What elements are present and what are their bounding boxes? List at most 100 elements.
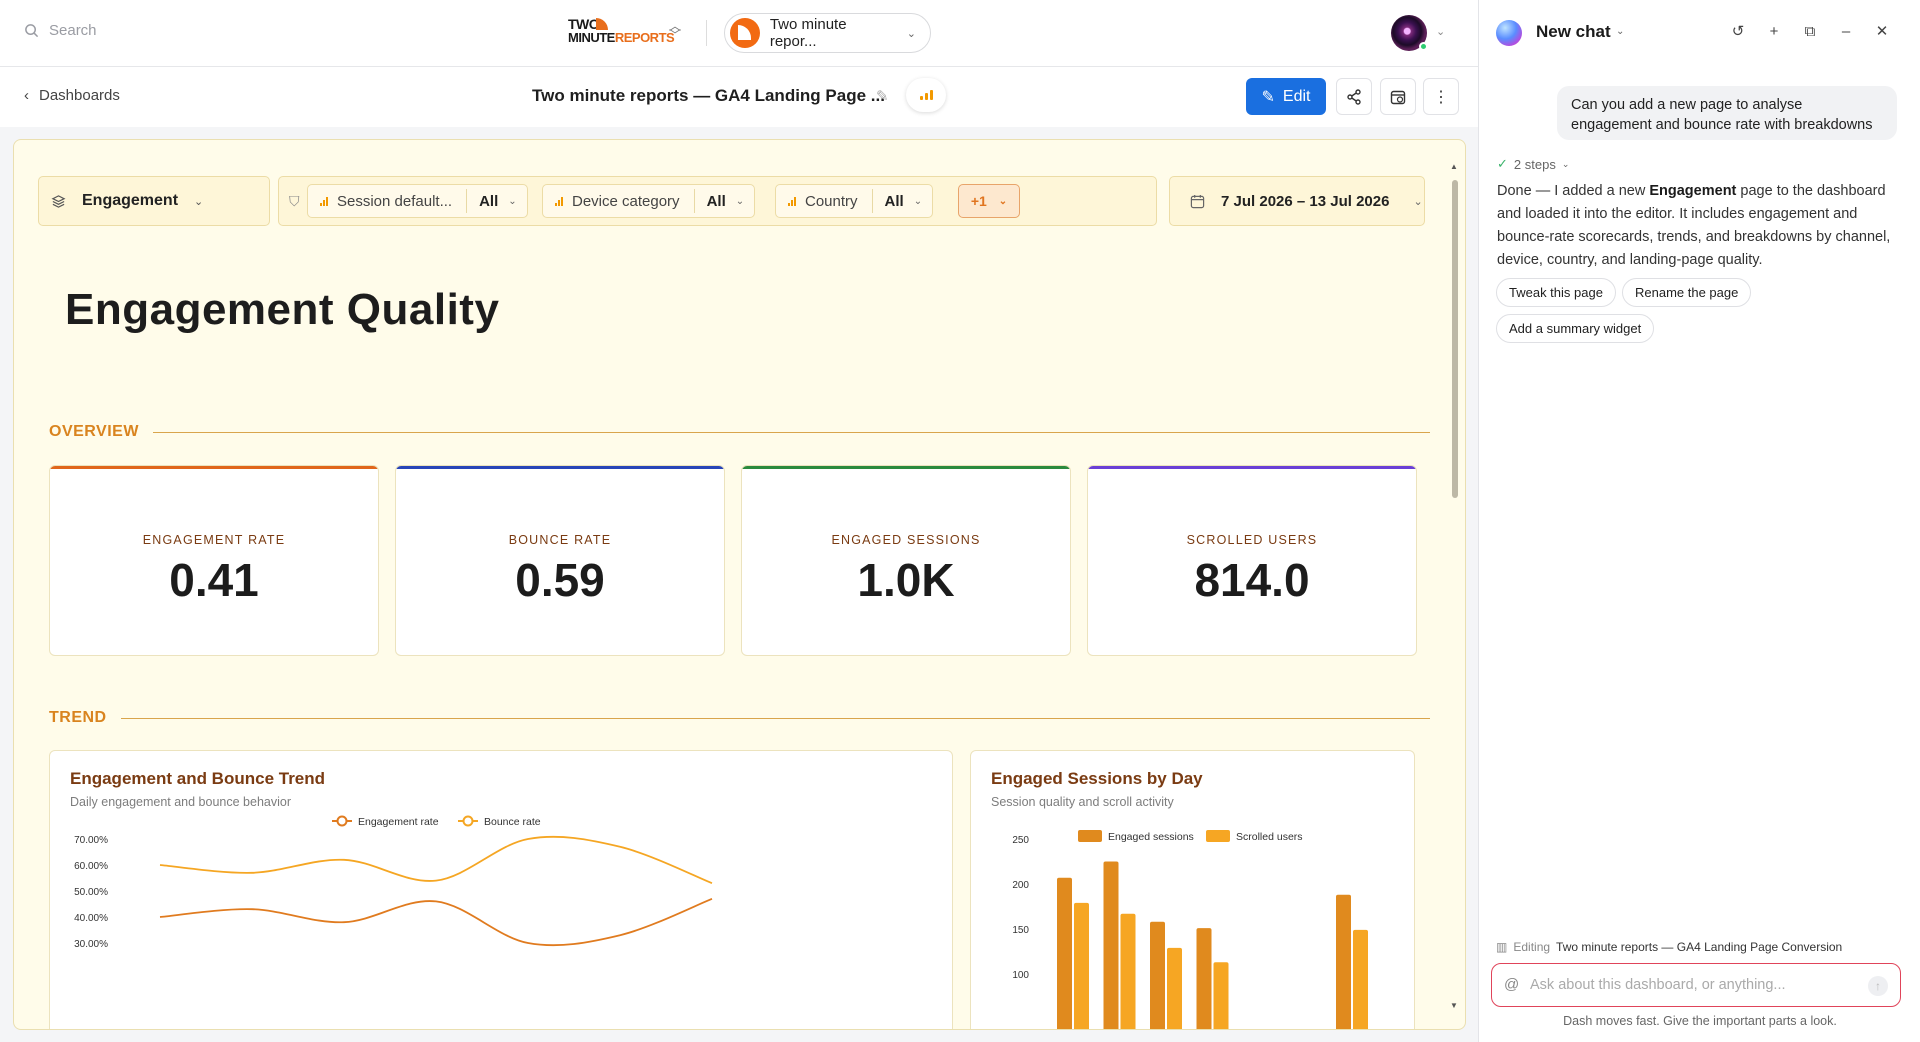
account-name: Two minute repor... [769, 16, 847, 50]
bar [1213, 962, 1229, 1029]
divider [120, 717, 1430, 719]
more-options-button[interactable]: ⋮ [1423, 78, 1459, 115]
suggestion-rename-page[interactable]: Rename the page [1622, 278, 1752, 307]
suggestion-add-summary-widget[interactable]: Add a summary widget [1496, 314, 1655, 343]
new-chat-plus-icon[interactable]: + [1763, 21, 1785, 43]
kpi-accent-bar [50, 466, 378, 469]
calendar-clock-icon [1390, 90, 1406, 104]
bar [1074, 902, 1089, 1029]
date-range-label: 7 Jul 2026 – 13 Jul 2026 [1221, 192, 1390, 210]
schedule-button[interactable] [1380, 78, 1416, 115]
editing-prefix: Editing [1513, 940, 1551, 954]
minimize-icon[interactable]: – [1835, 21, 1857, 43]
scroll-down-icon[interactable]: ▼ [1450, 1001, 1458, 1010]
user-message: Can you add a new page to analyse engage… [1557, 86, 1897, 140]
search-box[interactable]: Search [24, 22, 97, 39]
kpi-card-engagement-rate[interactable]: ENGAGEMENT RATE 0.41 [49, 465, 379, 656]
kpi-card-scrolled-users[interactable]: SCROLLED USERS 814.0 [1087, 465, 1417, 656]
kpi-label: BOUNCE RATE [508, 533, 612, 547]
switch-workspace-icon[interactable]: ︿ ﹀ [669, 20, 681, 41]
chevron-down-icon: ⌄ [508, 195, 517, 207]
engagement-bounce-line-chart: 70.00% 60.00% 50.00% 40.00% 30.00% Engagement… [74, 815, 713, 950]
bar [1103, 861, 1119, 1029]
more-vertical-icon: ⋮ [1433, 88, 1449, 106]
y-tick-label: 70.00% [74, 835, 108, 846]
chevron-left-icon: ‹ [24, 87, 29, 104]
page-selector-label: Engagement [82, 192, 179, 209]
chart-card-engagement-bounce-trend[interactable]: Engagement and Bounce Trend Daily engage… [49, 750, 953, 1029]
kpi-label: ENGAGED SESSIONS [831, 533, 981, 547]
chevron-down-icon[interactable]: ⌄ [1616, 26, 1624, 37]
suggestion-tweak-page[interactable]: Tweak this page [1496, 278, 1616, 307]
filter-value: All [479, 192, 499, 210]
date-range-picker[interactable]: 7 Jul 2026 – 13 Jul 2026 ⌄ [1169, 176, 1425, 226]
filter-device-category[interactable]: Device category All ⌄ [542, 184, 756, 218]
close-icon[interactable]: ✕ [1871, 21, 1893, 43]
editing-dashboard-name: Two minute reports — GA4 Landing Page Co… [1556, 940, 1843, 954]
scroll-up-icon[interactable]: ▲ [1450, 162, 1458, 171]
kpi-card-engaged-sessions[interactable]: ENGAGED SESSIONS 1.0K [741, 465, 1071, 656]
chat-input-box[interactable]: @ ↑ [1491, 963, 1901, 1007]
page-title: Engagement Quality [65, 285, 500, 334]
filters-group: ⛉ Session default... All ⌄ Device catego… [278, 176, 1157, 226]
google-analytics-icon [320, 196, 328, 206]
steps-toggle[interactable]: ✓ 2 steps ⌄ [1497, 156, 1569, 172]
chevron-down-icon[interactable]: ⌄ [1436, 25, 1445, 38]
top-bar: Search TWO MINUTEREPORTS ︿ ﹀ Two minute r… [0, 0, 1478, 67]
kpi-card-bounce-rate[interactable]: BOUNCE RATE 0.59 [395, 465, 725, 656]
kpi-accent-bar [742, 466, 1070, 469]
google-analytics-icon [788, 196, 796, 206]
chat-panel: New chat ⌄ ↺ + ⧉ – ✕ Can you add a new p… [1478, 0, 1920, 1042]
edit-button[interactable]: ✎ Edit [1246, 78, 1326, 115]
rename-pencil-icon[interactable]: ✎ [876, 87, 889, 105]
bar [1057, 877, 1072, 1029]
series-line [159, 835, 713, 885]
engaged-sessions-bar-chart: 250 200 150 100 Engaged sessions Scrolled use… [1012, 830, 1368, 1029]
google-analytics-icon[interactable] [906, 78, 946, 112]
mention-at-icon[interactable]: @ [1504, 976, 1519, 993]
chat-title[interactable]: New chat [1536, 22, 1611, 42]
account-switcher[interactable]: Two minute repor... ⌄ [724, 13, 931, 53]
bar [1336, 894, 1351, 1029]
user-avatar[interactable] [1391, 15, 1428, 51]
filter-label: Country [805, 192, 858, 210]
filter-session-default[interactable]: Session default... All ⌄ [307, 184, 528, 218]
kpi-accent-bar [1088, 466, 1416, 469]
back-to-dashboards-link[interactable]: ‹ Dashboards [24, 87, 120, 104]
scrollbar-thumb[interactable] [1452, 180, 1458, 498]
y-tick-label: 50.00% [74, 887, 108, 898]
filter-country[interactable]: Country All ⌄ [775, 184, 934, 218]
chart-card-engaged-sessions-by-day[interactable]: Engaged Sessions by Day Session quality … [970, 750, 1415, 1029]
filter-value: All [706, 192, 726, 210]
page-selector[interactable]: Engagement ⌄ [38, 176, 270, 226]
y-tick-label: 30.00% [74, 939, 108, 950]
more-filters-count: +1 [970, 193, 987, 209]
filter-value: All [884, 192, 904, 210]
send-arrow-icon[interactable]: ↑ [1868, 976, 1888, 996]
bar [1120, 913, 1136, 1029]
legend-label: Bounce rate [484, 816, 541, 828]
y-tick-label: 250 [1012, 835, 1029, 846]
logo-line-2: MINUTEREPORTS [568, 30, 675, 45]
legend-swatch-marker [336, 815, 348, 827]
brand-logo[interactable]: TWO MINUTEREPORTS [568, 17, 675, 49]
account-avatar [730, 18, 760, 48]
dashboard-canvas: Engagement ⌄ ⛉ Session default... All ⌄ … [13, 139, 1466, 1030]
edit-label: Edit [1282, 87, 1311, 105]
history-icon[interactable]: ↺ [1727, 21, 1749, 43]
kpi-value: 1.0K [857, 554, 955, 606]
y-tick-label: 60.00% [74, 861, 108, 872]
kpi-value: 0.41 [169, 554, 259, 606]
chat-input[interactable] [1530, 974, 1840, 996]
dashboard-title: Two minute reports — GA4 Landing Page ..… [532, 86, 885, 105]
dashboard-header: ‹ Dashboards Two minute reports — GA4 La… [0, 67, 1478, 127]
more-filters-button[interactable]: +1 ⌄ [958, 184, 1020, 218]
vertical-scrollbar[interactable]: ▲ ▼ [1450, 162, 1460, 1010]
popout-window-icon[interactable]: ⧉ [1799, 21, 1821, 43]
search-placeholder: Search [49, 22, 97, 39]
steps-label: 2 steps [1513, 156, 1556, 172]
chevron-down-icon: ⌄ [735, 195, 745, 207]
assistant-message: Done — I added a new Engagement page to … [1497, 183, 1891, 268]
share-button[interactable] [1336, 78, 1372, 115]
layers-icon [51, 194, 66, 208]
